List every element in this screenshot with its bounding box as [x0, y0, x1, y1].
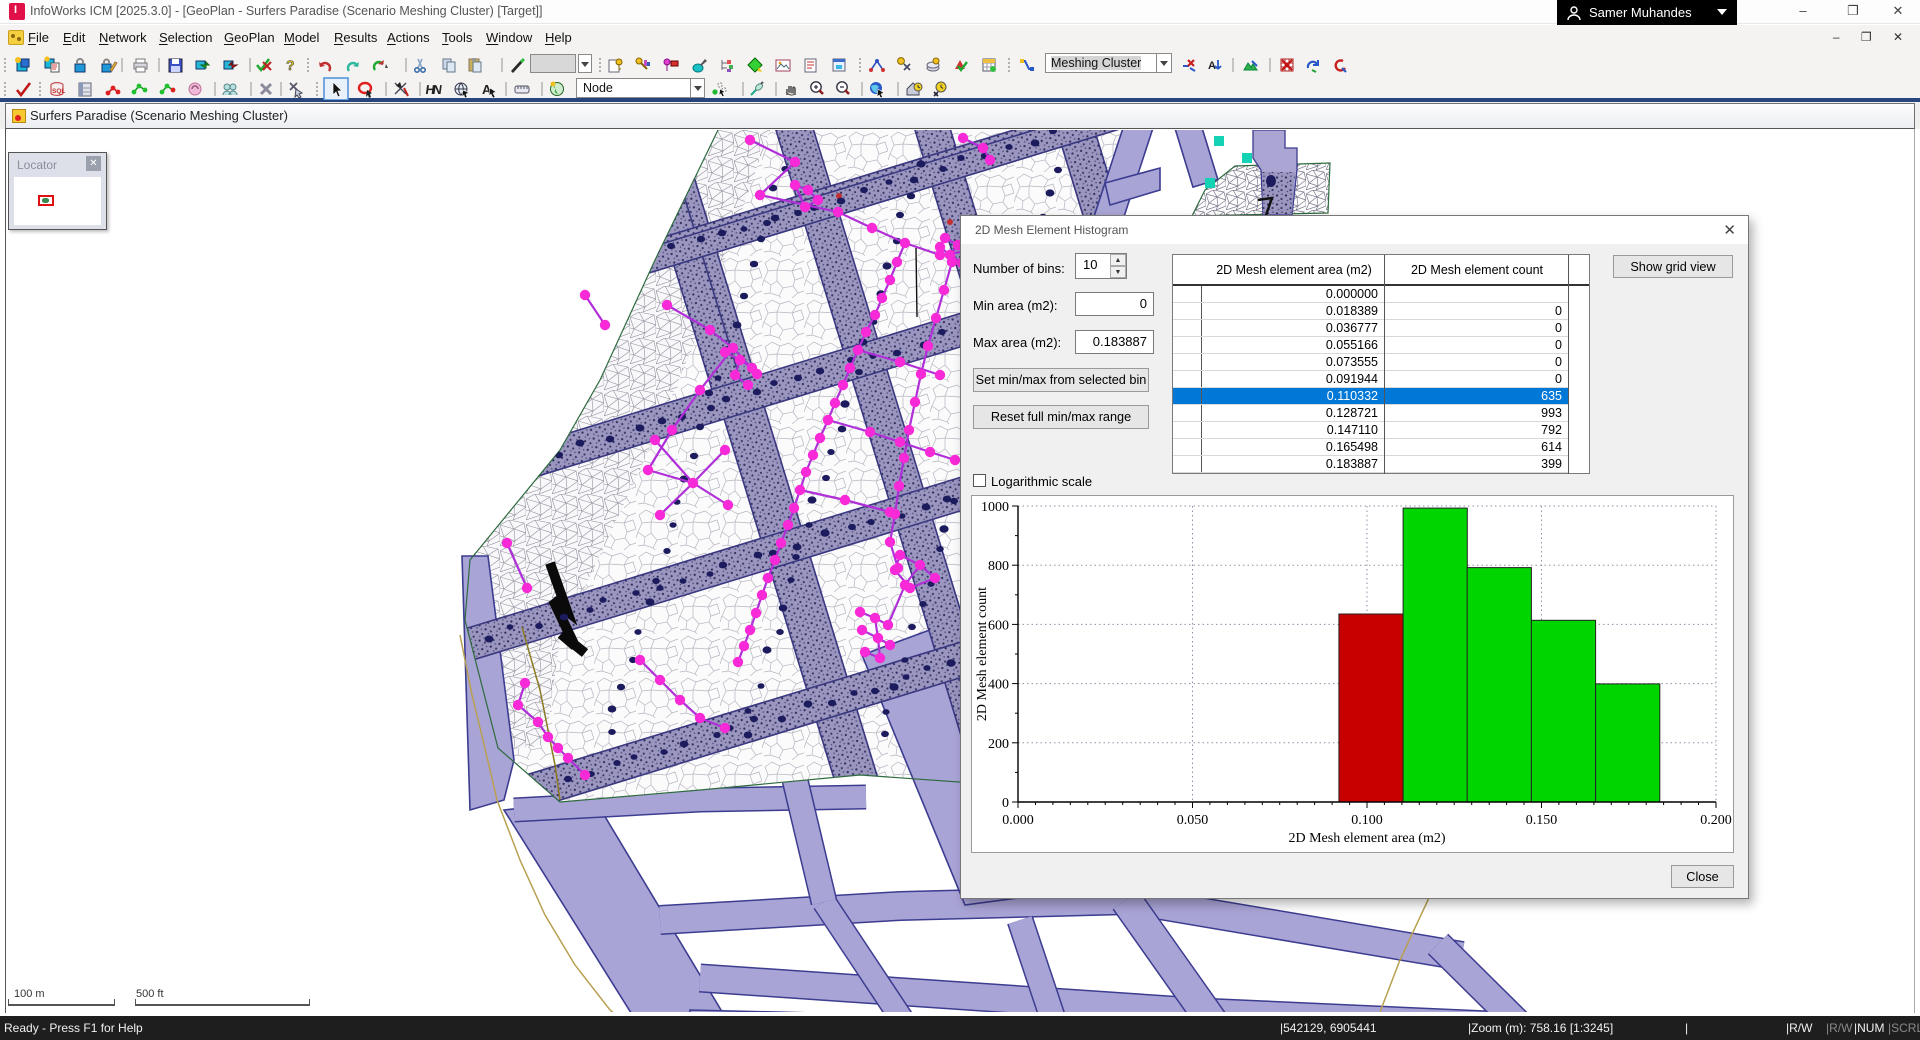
svg-text:0.050: 0.050	[1177, 813, 1209, 828]
svg-text:2D Mesh element area (m2): 2D Mesh element area (m2)	[1288, 831, 1445, 846]
svg-text:SQL: SQL	[52, 88, 65, 95]
svg-text:0: 0	[1002, 796, 1009, 811]
svg-text:A: A	[1208, 60, 1216, 72]
svg-text:?: ?	[286, 57, 295, 73]
svg-text:N: N	[432, 82, 443, 97]
svg-text:0.100: 0.100	[1351, 813, 1383, 828]
svg-text:0.150: 0.150	[1526, 813, 1558, 828]
svg-text:200: 200	[988, 737, 1009, 752]
svg-text:1000: 1000	[981, 500, 1009, 515]
svg-text:400: 400	[988, 678, 1009, 693]
svg-text:800: 800	[988, 559, 1009, 574]
svg-text:0.000: 0.000	[1002, 813, 1034, 828]
svg-text:0.200: 0.200	[1700, 813, 1732, 828]
svg-text:2D Mesh element count: 2D Mesh element count	[975, 587, 990, 721]
svg-text:600: 600	[988, 618, 1009, 633]
